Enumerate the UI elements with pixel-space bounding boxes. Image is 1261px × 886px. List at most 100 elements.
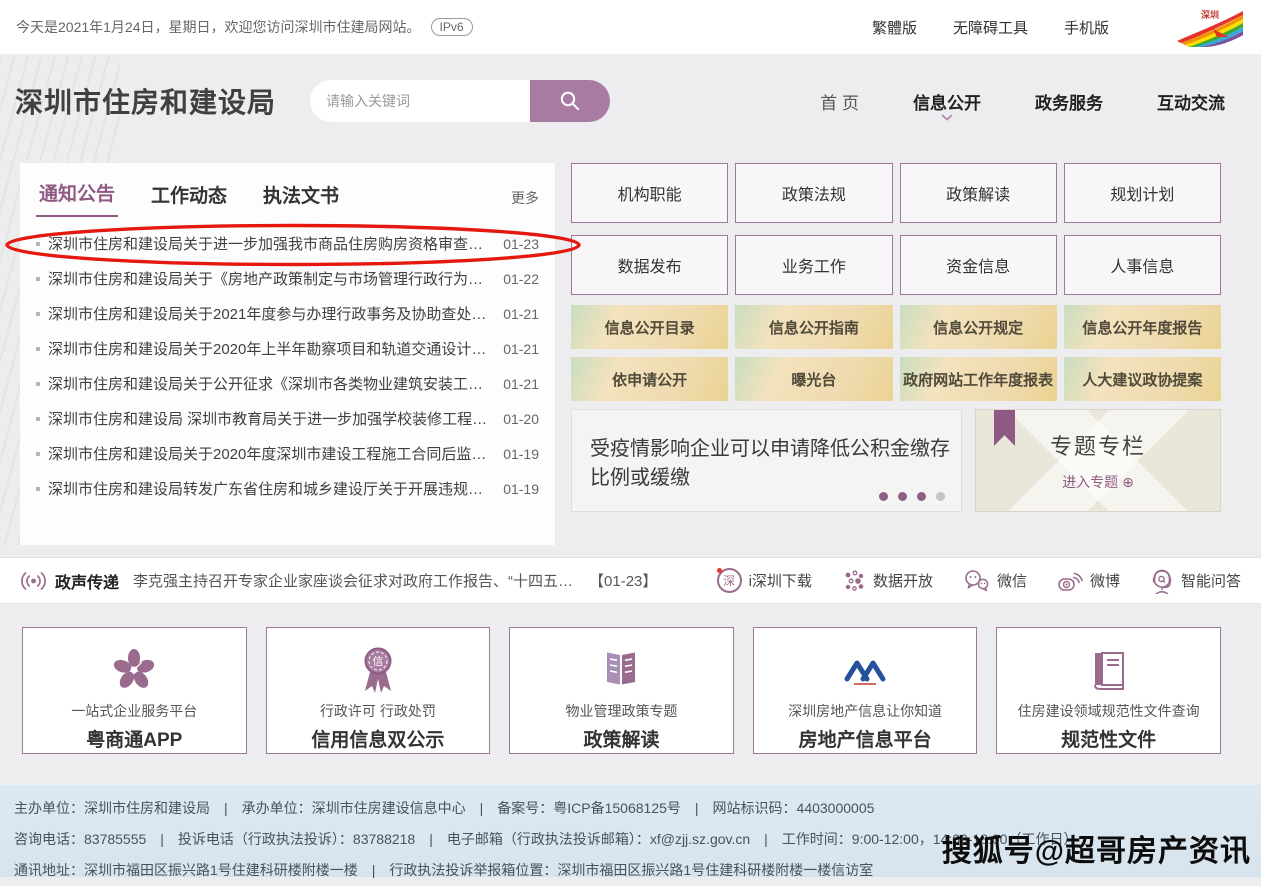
news-row[interactable]: 深圳市住房和建设局关于2020年上半年勘察项目和轨道交通设计项... 01-21 bbox=[36, 331, 539, 366]
news-date: 01-22 bbox=[503, 271, 539, 287]
news-title[interactable]: 深圳市住房和建设局关于《房地产政策制定与市场管理行政行为规... bbox=[48, 268, 491, 289]
card-credit-disclosure[interactable]: 信 行政许可 行政处罚 信用信息双公示 bbox=[266, 627, 491, 754]
news-title[interactable]: 深圳市住房和建设局关于进一步加强我市商品住房购房资格审查和... bbox=[48, 233, 491, 254]
search-icon bbox=[558, 89, 582, 113]
search-input[interactable] bbox=[310, 80, 530, 122]
news-row[interactable]: 深圳市住房和建设局关于2020年度深圳市建设工程施工合同后监管... 01-19 bbox=[36, 436, 539, 471]
news-date: 01-23 bbox=[503, 236, 539, 252]
tab-enforcement-docs[interactable]: 执法文书 bbox=[260, 181, 342, 217]
content-row: 通知公告 工作动态 执法文书 更多 深圳市住房和建设局关于进一步加强我市商品住房… bbox=[20, 163, 1221, 545]
special-topics-box[interactable]: 专题专栏 进入专题 ⊕ bbox=[975, 409, 1221, 512]
grid-btn-policies-laws[interactable]: 政策法规 bbox=[735, 163, 892, 223]
search-button[interactable] bbox=[530, 80, 610, 122]
grid-btn-org-functions[interactable]: 机构职能 bbox=[571, 163, 728, 223]
news-title[interactable]: 深圳市住房和建设局 深圳市教育局关于进一步加强学校装修工程质... bbox=[48, 408, 491, 429]
info-grid-column: 机构职能 政策法规 政策解读 规划计划 数据发布 业务工作 资金信息 人事信息 … bbox=[571, 163, 1221, 545]
news-date: 01-21 bbox=[503, 341, 539, 357]
card-subtitle: 一站式企业服务平台 bbox=[23, 701, 246, 721]
bullet-icon bbox=[36, 347, 40, 351]
wechat-link[interactable]: 微信 bbox=[963, 569, 1027, 592]
rainbow-swallow-icon: 深圳 bbox=[1173, 7, 1245, 47]
card-subtitle: 物业管理政策专题 bbox=[510, 701, 733, 721]
shenzhen-city-logo[interactable]: 深圳 bbox=[1173, 7, 1245, 47]
bullet-icon bbox=[36, 382, 40, 386]
carousel-dot-3[interactable] bbox=[917, 492, 926, 501]
nav-gov-services[interactable]: 政务服务 bbox=[1035, 89, 1103, 114]
banner-row: 受疫情影响企业可以申请降低公积金缴存比例或缓缴 专题专栏 进入专题 bbox=[571, 409, 1221, 512]
accessibility-tools-link[interactable]: 无障碍工具 bbox=[953, 17, 1028, 38]
ishenzhen-download-link[interactable]: 深 i深圳下载 bbox=[717, 568, 812, 593]
open-book-icon bbox=[597, 649, 645, 691]
traditional-chinese-link[interactable]: 繁體版 bbox=[872, 17, 917, 38]
medal-badge-char: 信 bbox=[372, 655, 383, 668]
grid-btn-funding-info[interactable]: 资金信息 bbox=[900, 235, 1057, 295]
news-title[interactable]: 深圳市住房和建设局关于2020年上半年勘察项目和轨道交通设计项... bbox=[48, 338, 491, 359]
grid-btn-npc-cppcc-proposals[interactable]: 人大建议政协提案 bbox=[1064, 357, 1221, 401]
news-title[interactable]: 深圳市住房和建设局关于2021年度参与办理行政事务及协助查处建... bbox=[48, 303, 491, 324]
open-data-link[interactable]: 数据开放 bbox=[842, 569, 933, 593]
news-band: 政声传递 李克强主持召开专家企业家座谈会征求对政府工作报告、“十四五”... 【… bbox=[0, 557, 1261, 604]
more-link[interactable]: 更多 bbox=[511, 188, 539, 217]
grid-btn-exposure-platform[interactable]: 曝光台 bbox=[735, 357, 892, 401]
voice-relay-headline[interactable]: 李克强主持召开专家企业家座谈会征求对政府工作报告、“十四五”... bbox=[133, 570, 573, 591]
news-date: 01-19 bbox=[503, 446, 539, 462]
grid-btn-disclosure-catalog[interactable]: 信息公开目录 bbox=[571, 305, 728, 349]
carousel-dot-2[interactable] bbox=[898, 492, 907, 501]
enter-topics-link[interactable]: 进入专题 ⊕ bbox=[1062, 472, 1134, 492]
smart-qa-label: 智能问答 bbox=[1181, 570, 1241, 591]
grid-btn-disclosure-guide[interactable]: 信息公开指南 bbox=[735, 305, 892, 349]
card-real-estate-platform[interactable]: 深圳房地产信息让你知道 房地产信息平台 bbox=[753, 627, 978, 754]
weibo-link[interactable]: 微博 bbox=[1057, 569, 1120, 593]
carousel-dot-1[interactable] bbox=[879, 492, 888, 501]
news-row[interactable]: 深圳市住房和建设局 深圳市教育局关于进一步加强学校装修工程质... 01-20 bbox=[36, 401, 539, 436]
card-yueshangtong-app[interactable]: 一站式企业服务平台 粤商通APP bbox=[22, 627, 247, 754]
news-title[interactable]: 深圳市住房和建设局转发广东省住房和城乡建设厅关于开展违规海... bbox=[48, 478, 491, 499]
bullet-icon bbox=[36, 417, 40, 421]
grid-btn-annual-report[interactable]: 信息公开年度报告 bbox=[1064, 305, 1221, 349]
nav-interaction[interactable]: 互动交流 bbox=[1157, 89, 1225, 114]
smart-qa-link[interactable]: 智能问答 bbox=[1150, 568, 1241, 594]
carousel-banner[interactable]: 受疫情影响企业可以申请降低公积金缴存比例或缓缴 bbox=[571, 409, 962, 512]
grid-btn-business-work[interactable]: 业务工作 bbox=[735, 235, 892, 295]
grid-btn-policy-interpretation[interactable]: 政策解读 bbox=[900, 163, 1057, 223]
card-title: 政策解读 bbox=[510, 725, 733, 752]
data-open-icon bbox=[842, 569, 866, 593]
news-title[interactable]: 深圳市住房和建设局关于2020年度深圳市建设工程施工合同后监管... bbox=[48, 443, 491, 464]
news-title[interactable]: 深圳市住房和建设局关于公开征求《深圳市各类物业建筑安装工程... bbox=[48, 373, 491, 394]
grid-btn-disclosure-on-request[interactable]: 依申请公开 bbox=[571, 357, 728, 401]
plus-circle-icon: ⊕ bbox=[1122, 474, 1134, 490]
bullet-icon bbox=[36, 277, 40, 281]
main-section: 深圳市住房和建设局 首 页 信息公开 政务服务 互动交流 bbox=[0, 56, 1261, 545]
news-date: 01-20 bbox=[503, 411, 539, 427]
news-row[interactable]: 深圳市住房和建设局关于2021年度参与办理行政事务及协助查处建... 01-21 bbox=[36, 296, 539, 331]
card-subtitle: 深圳房地产信息让你知道 bbox=[754, 701, 977, 721]
news-row[interactable]: 深圳市住房和建设局关于进一步加强我市商品住房购房资格审查和... 01-23 bbox=[36, 226, 539, 261]
news-date: 01-21 bbox=[503, 376, 539, 392]
card-title: 粤商通APP bbox=[23, 725, 246, 752]
card-policy-interpretation[interactable]: 物业管理政策专题 政策解读 bbox=[509, 627, 734, 754]
ishenzhen-label: i深圳下载 bbox=[749, 570, 812, 591]
carousel-headline[interactable]: 受疫情影响企业可以申请降低公积金缴存比例或缓缴 bbox=[590, 432, 961, 490]
closed-book-icon bbox=[1088, 648, 1130, 692]
notice-panel: 通知公告 工作动态 执法文书 更多 深圳市住房和建设局关于进一步加强我市商品住房… bbox=[20, 163, 555, 545]
mobile-version-link[interactable]: 手机版 bbox=[1064, 17, 1109, 38]
grid-btn-disclosure-rules[interactable]: 信息公开规定 bbox=[900, 305, 1057, 349]
grid-btn-website-annual-report[interactable]: 政府网站工作年度报表 bbox=[900, 357, 1057, 401]
news-row[interactable]: 深圳市住房和建设局转发广东省住房和城乡建设厅关于开展违规海... 01-19 bbox=[36, 471, 539, 506]
tab-notices[interactable]: 通知公告 bbox=[36, 179, 118, 217]
news-row[interactable]: 深圳市住房和建设局关于《房地产政策制定与市场管理行政行为规... 01-22 bbox=[36, 261, 539, 296]
tab-work-updates[interactable]: 工作动态 bbox=[148, 181, 230, 217]
current-date-text: 今天是2021年1月24日，星期日，欢迎您访问深圳市住建局网站。 bbox=[16, 17, 421, 37]
real-estate-logo-icon bbox=[840, 652, 890, 688]
carousel-dot-4[interactable] bbox=[936, 492, 945, 501]
ipv6-badge[interactable]: IPv6 bbox=[431, 18, 473, 36]
news-list: 深圳市住房和建设局关于进一步加强我市商品住房购房资格审查和... 01-23 深… bbox=[36, 226, 539, 506]
nav-info-disclosure[interactable]: 信息公开 bbox=[913, 89, 981, 114]
grid-btn-plans[interactable]: 规划计划 bbox=[1064, 163, 1221, 223]
grid-btn-personnel-info[interactable]: 人事信息 bbox=[1064, 235, 1221, 295]
news-row[interactable]: 深圳市住房和建设局关于公开征求《深圳市各类物业建筑安装工程... 01-21 bbox=[36, 366, 539, 401]
nav-home[interactable]: 首 页 bbox=[820, 89, 859, 114]
bullet-icon bbox=[36, 452, 40, 456]
grid-btn-data-release[interactable]: 数据发布 bbox=[571, 235, 728, 295]
card-normative-documents[interactable]: 住房建设领域规范性文件查询 规范性文件 bbox=[996, 627, 1221, 754]
